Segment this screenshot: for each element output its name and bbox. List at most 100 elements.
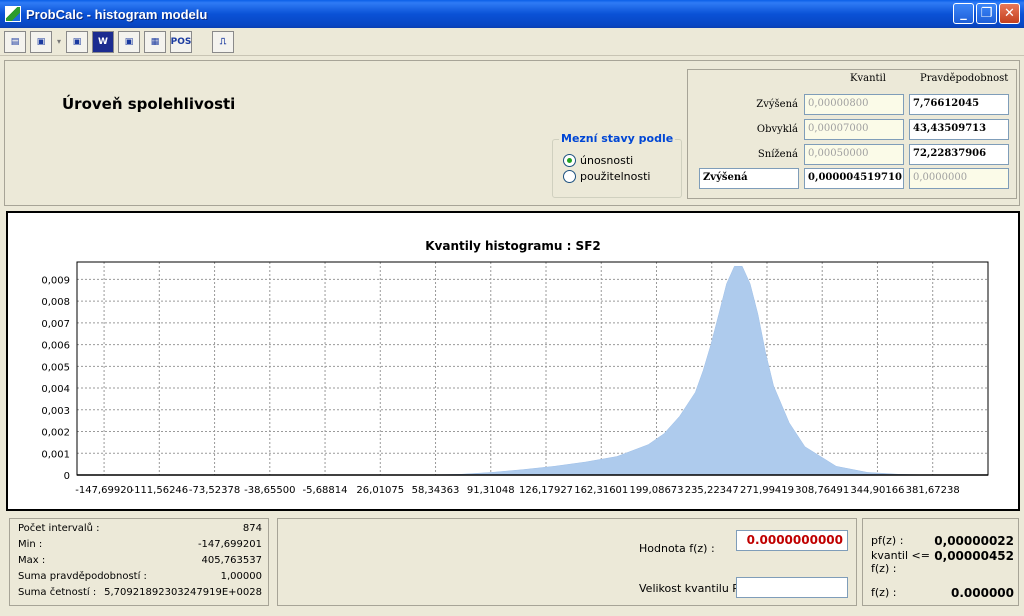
x-tick-label: 26,01075 [356,485,404,496]
probability-field[interactable]: 72,22837906 [909,144,1009,165]
result-label: kvantil <= f(z) : [871,549,930,575]
results-panel: pf(z) : 0,00000022 kvantil <= f(z) : 0,000… [862,518,1019,606]
histogram-plot: 0 0,001 0,002 0,003 0,004 0,005 0,006 0,007 0,00… [41,261,989,496]
stat-row: Max : 405,763537 [18,555,262,566]
result-row: kvantil <= f(z) : 0,00000452 [871,549,1014,575]
close-button[interactable]: ✕ [999,3,1020,24]
stat-row: Počet intervalů : 874 [18,523,262,534]
y-tick-label: 0,006 [41,341,70,352]
y-tick-label: 0,003 [41,406,70,417]
save-icon[interactable]: ▣ [30,30,52,53]
result-label: pf(z) : [871,534,904,547]
exit-icon[interactable]: ⎍ [212,30,234,53]
save-blue-icon[interactable]: ▣ [118,30,140,53]
pos-icon[interactable]: POS [170,30,192,53]
x-tick-label: -5,68814 [303,485,348,496]
x-tick-label: -147,69920 [75,485,133,496]
stat-row: Min : -147,699201 [18,539,262,550]
radio-label: použitelnosti [580,170,651,183]
probability-field[interactable]: 43,43509713 [909,119,1009,140]
column-header-kvantil: Kvantil [850,73,886,84]
input-panel: Hodnota f(z) : 0.0000000000 Velikost kva… [277,518,857,606]
selected-kvantil-field[interactable]: 0,000004519710 [804,168,904,189]
new-file-icon[interactable]: ▤ [4,30,26,53]
x-tick-label: 126,17927 [519,485,573,496]
stat-label: Počet intervalů : [18,523,100,534]
page-title: Úroveň spolehlivosti [62,95,236,113]
minimize-button[interactable]: _ [953,3,974,24]
limit-states-group: Mezní stavy podle únosnosti použitelnost… [552,132,682,198]
result-value: 0,00000022 [934,534,1014,548]
stat-value: 5,70921892303247919E+0028 [104,587,262,598]
velikost-label: Velikost kvantilu P : [639,582,747,595]
y-tick-label: 0,002 [41,428,70,439]
save-as-icon[interactable]: ▣ [66,30,88,53]
selected-probability-field[interactable]: 0,0000000 [909,168,1009,189]
title-bar: ProbCalc - histogram modelu _ ❐ ✕ [0,0,1024,28]
x-tick-label: 308,76491 [795,485,849,496]
x-tick-label: 199,08673 [629,485,683,496]
result-row: pf(z) : 0,00000022 [871,534,1014,548]
x-tick-label: 162,31601 [574,485,628,496]
stat-label: Min : [18,539,43,550]
row-label: Obvyklá [756,124,798,135]
y-tick-label: 0,009 [41,275,70,286]
hodnota-input[interactable]: 0.0000000000 [736,530,848,551]
stat-label: Suma četností : [18,587,97,598]
kvantil-field[interactable]: 0,00050000 [804,144,904,165]
stat-value: 405,763537 [201,555,262,566]
stat-value: -147,699201 [197,539,262,550]
y-tick-label: 0,004 [41,384,70,395]
y-tick-label: 0,008 [41,297,70,308]
velikost-input[interactable] [736,577,848,598]
radio-unselected-icon[interactable] [563,170,576,183]
plot-frame [76,261,989,476]
dropdown-arrow-icon[interactable]: ▾ [56,37,62,46]
reliability-panel: Úroveň spolehlivosti Mezní stavy podle ú… [4,60,1020,206]
level-select[interactable]: Zvýšená [699,168,799,189]
hodnota-label: Hodnota f(z) : [639,542,715,555]
stat-label: Max : [18,555,46,566]
histogram-area [104,266,971,476]
x-tick-label: -111,56246 [130,485,188,496]
quantile-table: Kvantil Pravděpodobnost Zvýšená 0,000008… [687,69,1017,199]
stat-value: 1,00000 [220,571,262,582]
result-value: 0.000000 [950,586,1014,600]
stats-panel: Počet intervalů : 874 Min : -147,699201 Ma… [9,518,269,606]
radio-pouzitelnosti[interactable]: použitelnosti [563,170,650,183]
kvantil-field[interactable]: 0,00007000 [804,119,904,140]
x-tick-label: 235,22347 [685,485,739,496]
stat-row: Suma četností : 5,70921892303247919E+0028 [18,587,262,598]
wiki-icon[interactable]: W [92,30,114,53]
probability-field[interactable]: 7,76612045 [909,94,1009,115]
row-label: Zvýšená [756,99,798,110]
restore-button[interactable]: ❐ [976,3,997,24]
stat-label: Suma pravděpodobností : [18,571,147,582]
x-tick-label: -38,65500 [244,485,295,496]
kvantil-field[interactable]: 0,00000800 [804,94,904,115]
app-icon [5,6,21,22]
x-tick-label: 271,99419 [740,485,794,496]
result-label: f(z) : [871,586,897,599]
window-title: ProbCalc - histogram modelu [26,6,208,22]
report-icon[interactable]: ▦ [144,30,166,53]
y-tick-label: 0,005 [41,362,70,373]
row-label: Snížená [757,149,798,160]
y-tick-label: 0,007 [41,319,70,330]
limit-states-title: Mezní stavy podle [559,132,676,145]
stat-row: Suma pravděpodobností : 1,00000 [18,571,262,582]
column-header-probability: Pravděpodobnost [920,73,1009,84]
x-tick-label: 381,67238 [906,485,960,496]
radio-label: únosnosti [580,154,634,167]
y-tick-label: 0 [64,471,70,482]
stat-value: 874 [242,523,262,534]
y-tick-label: 0,001 [41,449,70,460]
radio-unosnosti[interactable]: únosnosti [563,154,633,167]
x-tick-label: 344,90166 [850,485,904,496]
x-tick-label: -73,52378 [189,485,240,496]
radio-selected-icon[interactable] [563,154,576,167]
toolbar: ▤ ▣ ▾ ▣ W ▣ ▦ POS ⎍ [0,28,1024,56]
result-row: f(z) : 0.000000 [871,586,1014,600]
x-tick-label: 91,31048 [467,485,515,496]
histogram-chart: Kvantily histogramu : SF2 0 0,001 0,002 0,0… [6,211,1020,511]
